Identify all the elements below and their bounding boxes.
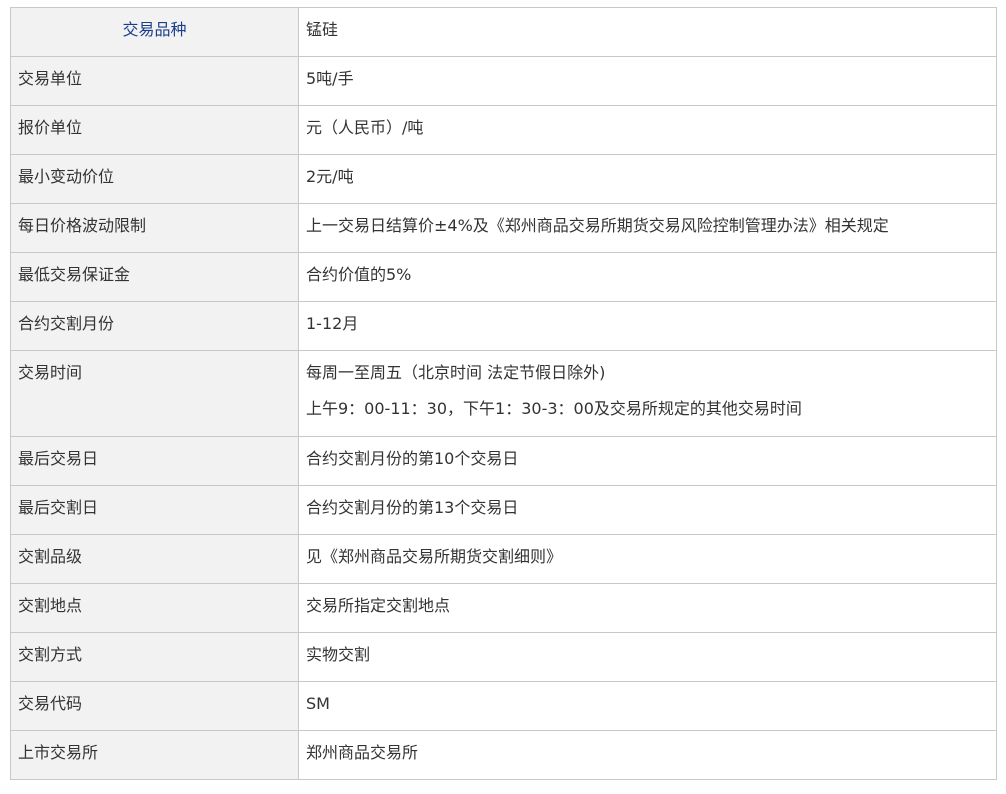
table-row: 最低交易保证金 合约价值的5% <box>10 252 997 302</box>
table-row: 交割地点 交易所指定交割地点 <box>10 583 997 633</box>
table-row: 上市交易所 郑州商品交易所 <box>10 730 997 780</box>
contract-spec-table-container: 交易品种 锰硅 交易单位 5吨/手 报价单位 元（人民币）/吨 最小变动价位 2… <box>10 7 997 780</box>
row-key-cell: 交易时间 <box>10 350 299 437</box>
table-row: 交易单位 5吨/手 <box>10 56 997 106</box>
row-value-cell: 合约交割月份的第10个交易日 <box>298 436 997 486</box>
row-value-cell: 合约交割月份的第13个交易日 <box>298 485 997 535</box>
row-value-cell: 上一交易日结算价±4%及《郑州商品交易所期货交易风险控制管理办法》相关规定 <box>298 203 997 253</box>
row-value-cell: 交易所指定交割地点 <box>298 583 997 633</box>
row-key-cell: 交割地点 <box>10 583 299 633</box>
row-key-cell: 交割品级 <box>10 534 299 584</box>
row-value-cell: 元（人民币）/吨 <box>298 105 997 155</box>
table-row: 最后交易日 合约交割月份的第10个交易日 <box>10 436 997 486</box>
row-value-cell: 锰硅 <box>298 7 997 57</box>
trading-days-text: 每周一至周五（北京时间 法定节假日除外) <box>306 363 606 382</box>
row-key-cell: 最后交割日 <box>10 485 299 535</box>
table-row: 交易品种 锰硅 <box>10 7 997 57</box>
row-value-cell: 合约价值的5% <box>298 252 997 302</box>
row-key-cell: 上市交易所 <box>10 730 299 780</box>
table-row: 交易时间 每周一至周五（北京时间 法定节假日除外) 上午9：00-11：30，下… <box>10 350 997 437</box>
table-row: 报价单位 元（人民币）/吨 <box>10 105 997 155</box>
row-key-cell: 合约交割月份 <box>10 301 299 351</box>
table-row: 最小变动价位 2元/吨 <box>10 154 997 204</box>
table-row: 最后交割日 合约交割月份的第13个交易日 <box>10 485 997 535</box>
row-key-cell: 最后交易日 <box>10 436 299 486</box>
row-key-cell: 每日价格波动限制 <box>10 203 299 253</box>
row-key-cell: 最低交易保证金 <box>10 252 299 302</box>
row-header-cell: 交易品种 <box>10 7 299 57</box>
row-value-cell: 每周一至周五（北京时间 法定节假日除外) 上午9：00-11：30，下午1：30… <box>298 350 997 437</box>
row-value-cell: SM <box>298 681 997 731</box>
row-key-cell: 报价单位 <box>10 105 299 155</box>
table-row: 交割品级 见《郑州商品交易所期货交割细则》 <box>10 534 997 584</box>
row-key-cell: 交易单位 <box>10 56 299 106</box>
row-key-cell: 交割方式 <box>10 632 299 682</box>
row-key-cell: 交易代码 <box>10 681 299 731</box>
contract-spec-table: 交易品种 锰硅 交易单位 5吨/手 报价单位 元（人民币）/吨 最小变动价位 2… <box>10 7 997 780</box>
table-row: 交割方式 实物交割 <box>10 632 997 682</box>
row-value-cell: 5吨/手 <box>298 56 997 106</box>
row-value-cell: 见《郑州商品交易所期货交割细则》 <box>298 534 997 584</box>
row-value-cell: 1-12月 <box>298 301 997 351</box>
row-value-cell: 2元/吨 <box>298 154 997 204</box>
table-row: 交易代码 SM <box>10 681 997 731</box>
row-value-cell: 郑州商品交易所 <box>298 730 997 780</box>
table-row: 每日价格波动限制 上一交易日结算价±4%及《郑州商品交易所期货交易风险控制管理办… <box>10 203 997 253</box>
table-row: 合约交割月份 1-12月 <box>10 301 997 351</box>
row-key-cell: 最小变动价位 <box>10 154 299 204</box>
trading-hours-text: 上午9：00-11：30，下午1：30-3：00及交易所规定的其他交易时间 <box>306 399 802 418</box>
row-value-cell: 实物交割 <box>298 632 997 682</box>
